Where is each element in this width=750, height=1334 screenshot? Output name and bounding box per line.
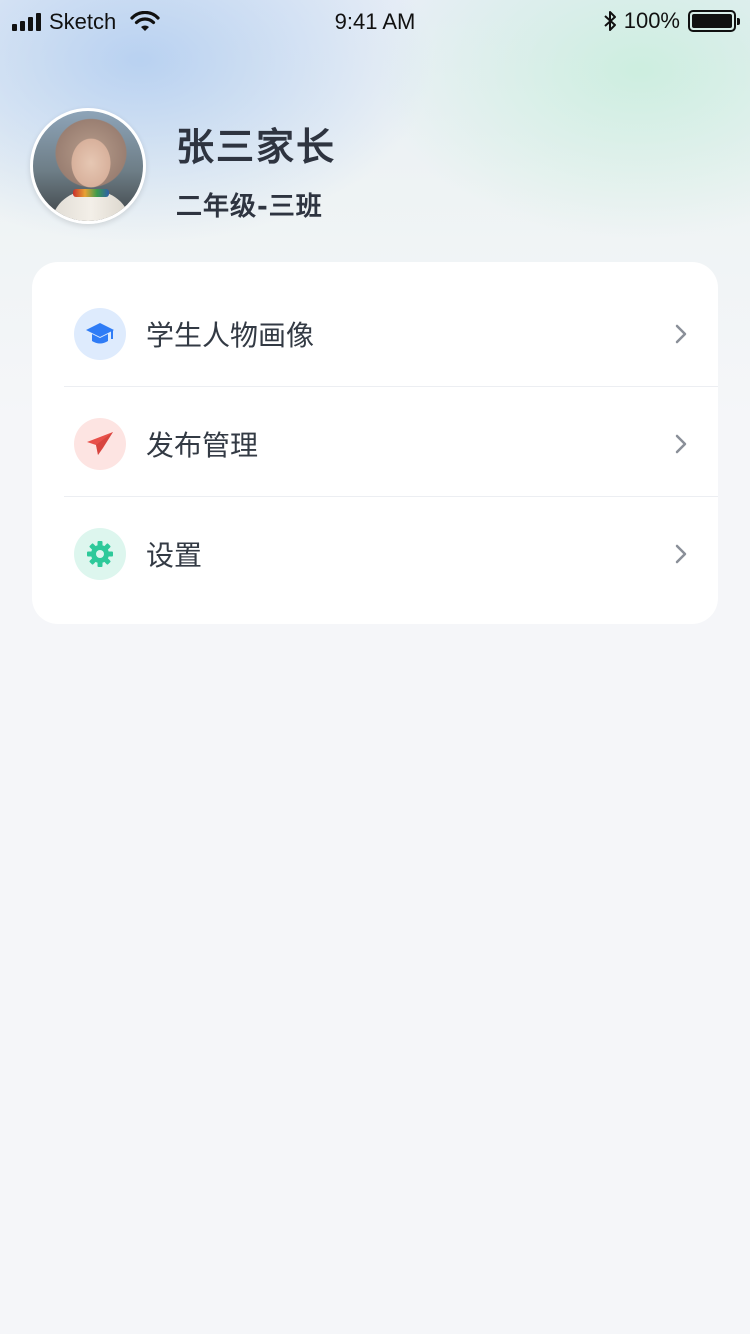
user-name: 张三家长 [176, 125, 337, 169]
user-class: 二年级-三班 [176, 192, 323, 222]
divider [64, 386, 718, 387]
menu-card: 学生人物画像 发布管理 设置 [32, 262, 718, 624]
menu-item-settings[interactable]: 设置 [32, 499, 718, 609]
battery-percentage: 100% [623, 8, 680, 33]
bluetooth-icon [604, 11, 616, 31]
menu-item-publish-management[interactable]: 发布管理 [32, 389, 718, 499]
chevron-right-icon [675, 434, 687, 454]
chevron-right-icon [675, 544, 687, 564]
status-bar: Sketch 9:41 AM 100% [0, 0, 750, 44]
menu-item-label: 设置 [146, 539, 203, 572]
chevron-right-icon [675, 324, 687, 344]
divider [64, 496, 718, 497]
avatar[interactable] [30, 108, 146, 224]
gear-icon [74, 528, 126, 580]
battery-icon [688, 10, 740, 32]
graduation-cap-icon [74, 308, 126, 360]
menu-item-label: 发布管理 [146, 429, 259, 462]
paper-plane-icon [74, 418, 126, 470]
menu-item-student-portrait[interactable]: 学生人物画像 [32, 279, 718, 389]
menu-item-label: 学生人物画像 [146, 319, 315, 352]
